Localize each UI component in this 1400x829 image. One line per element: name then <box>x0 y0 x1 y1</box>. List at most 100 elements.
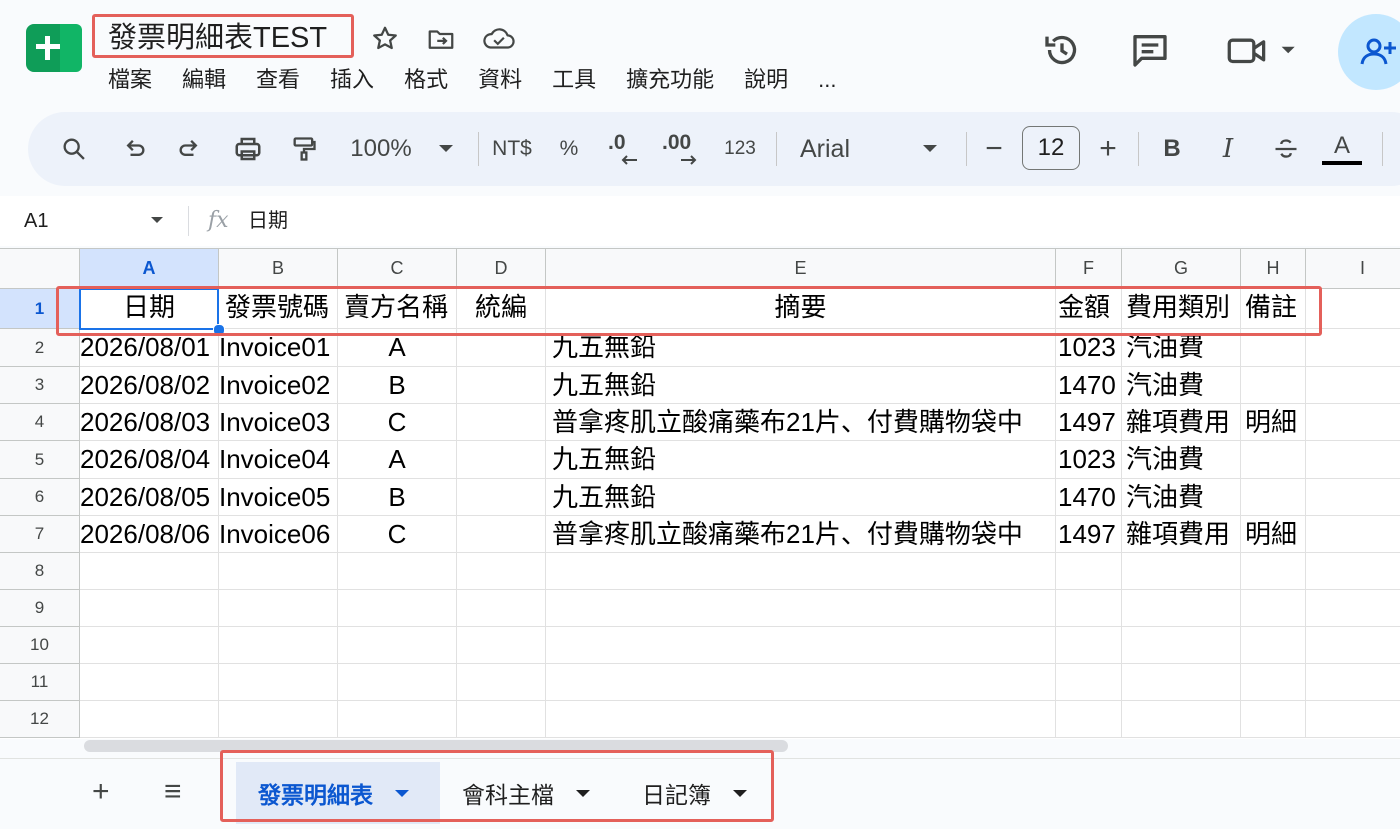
table-cell[interactable]: Invoice06 <box>219 516 338 553</box>
table-cell[interactable] <box>1306 441 1400 479</box>
header-cell[interactable]: 金額 <box>1056 289 1122 329</box>
row-header[interactable]: 4 <box>0 404 80 441</box>
table-cell[interactable] <box>338 664 457 701</box>
menu-insert[interactable]: 插入 <box>330 64 374 96</box>
table-cell[interactable] <box>546 553 1056 590</box>
table-cell[interactable] <box>546 664 1056 701</box>
table-cell[interactable] <box>457 329 546 367</box>
table-cell[interactable]: 汽油費 <box>1122 441 1241 479</box>
row-header[interactable]: 10 <box>0 627 80 664</box>
name-box[interactable]: A1 <box>24 206 48 236</box>
cloud-saved-icon[interactable] <box>482 24 515 54</box>
chevron-down-icon[interactable] <box>918 112 942 186</box>
table-cell[interactable] <box>1122 627 1241 664</box>
table-cell[interactable]: 2026/08/01 <box>80 329 219 367</box>
table-cell[interactable] <box>1241 701 1306 738</box>
table-cell[interactable] <box>1306 329 1400 367</box>
table-cell[interactable]: 1470 <box>1056 479 1122 516</box>
chevron-down-icon[interactable] <box>434 112 458 186</box>
table-cell[interactable] <box>1306 701 1400 738</box>
formula-input[interactable]: 日期 <box>248 206 288 236</box>
row-header[interactable]: 9 <box>0 590 80 627</box>
italic-button[interactable]: I <box>1212 112 1244 186</box>
table-cell[interactable] <box>219 590 338 627</box>
table-cell[interactable]: Invoice02 <box>219 367 338 404</box>
more-formats-button[interactable]: 123 <box>718 112 762 186</box>
table-cell[interactable] <box>1241 627 1306 664</box>
header-cell[interactable]: 費用類別 <box>1122 289 1241 329</box>
star-icon[interactable] <box>370 24 400 54</box>
table-cell[interactable]: Invoice01 <box>219 329 338 367</box>
table-cell[interactable] <box>457 590 546 627</box>
table-cell[interactable]: 1470 <box>1056 367 1122 404</box>
table-cell[interactable]: B <box>338 479 457 516</box>
table-cell[interactable] <box>457 664 546 701</box>
table-cell[interactable]: 2026/08/02 <box>80 367 219 404</box>
table-cell[interactable] <box>1056 664 1122 701</box>
row-header[interactable]: 6 <box>0 479 80 516</box>
table-cell[interactable] <box>1306 516 1400 553</box>
table-cell[interactable] <box>1241 479 1306 516</box>
row-header[interactable]: 3 <box>0 367 80 404</box>
table-cell[interactable] <box>1306 367 1400 404</box>
table-cell[interactable] <box>1306 664 1400 701</box>
column-header[interactable]: A <box>80 249 219 289</box>
decrease-decimal-button[interactable]: .0 <box>602 112 642 186</box>
table-cell[interactable] <box>1122 664 1241 701</box>
header-cell[interactable]: 日期 <box>80 289 219 329</box>
row-header[interactable]: 12 <box>0 701 80 738</box>
column-header[interactable]: F <box>1056 249 1122 289</box>
table-cell[interactable]: 九五無鉛 <box>546 329 1056 367</box>
table-cell[interactable] <box>80 664 219 701</box>
table-cell[interactable]: 1497 <box>1056 516 1122 553</box>
table-cell[interactable] <box>457 479 546 516</box>
menu-tools[interactable]: 工具 <box>552 64 596 96</box>
table-cell[interactable]: 雜項費用 <box>1122 516 1241 553</box>
column-header[interactable]: D <box>457 249 546 289</box>
add-sheet-button[interactable]: + <box>92 772 110 812</box>
table-cell[interactable] <box>1122 701 1241 738</box>
menu-file[interactable]: 檔案 <box>108 64 152 96</box>
table-cell[interactable]: A <box>338 441 457 479</box>
table-cell[interactable]: 2026/08/05 <box>80 479 219 516</box>
sheets-logo[interactable] <box>26 24 82 72</box>
table-cell[interactable]: 2026/08/06 <box>80 516 219 553</box>
sheet-tab-accounts[interactable]: 會科主檔 <box>440 762 610 824</box>
column-header[interactable]: E <box>546 249 1056 289</box>
sheet-tab-invoice-details[interactable]: 發票明細表 <box>236 762 440 824</box>
table-cell[interactable] <box>80 701 219 738</box>
table-cell[interactable]: 1023 <box>1056 441 1122 479</box>
table-cell[interactable] <box>1306 479 1400 516</box>
table-cell[interactable] <box>80 553 219 590</box>
header-cell[interactable]: 摘要 <box>546 289 1056 329</box>
table-cell[interactable]: 明細 <box>1241 516 1306 553</box>
table-cell[interactable] <box>1241 664 1306 701</box>
table-cell[interactable]: C <box>338 404 457 441</box>
table-cell[interactable] <box>457 553 546 590</box>
table-cell[interactable] <box>1241 590 1306 627</box>
column-header[interactable]: C <box>338 249 457 289</box>
increase-font-size-button[interactable]: + <box>1092 112 1124 186</box>
table-cell[interactable] <box>1306 404 1400 441</box>
table-cell[interactable]: 九五無鉛 <box>546 479 1056 516</box>
fill-handle[interactable] <box>213 324 225 336</box>
table-cell[interactable] <box>546 590 1056 627</box>
table-cell[interactable] <box>1241 329 1306 367</box>
table-cell[interactable]: 2026/08/03 <box>80 404 219 441</box>
percent-format-button[interactable]: % <box>552 112 586 186</box>
table-cell[interactable]: 1023 <box>1056 329 1122 367</box>
table-cell[interactable]: 汽油費 <box>1122 479 1241 516</box>
table-cell[interactable] <box>1122 553 1241 590</box>
text-color-button[interactable]: A <box>1322 112 1362 186</box>
table-cell[interactable] <box>546 627 1056 664</box>
header-cell[interactable] <box>1306 289 1400 329</box>
row-header[interactable]: 7 <box>0 516 80 553</box>
table-cell[interactable] <box>457 701 546 738</box>
menu-data[interactable]: 資料 <box>478 64 522 96</box>
document-title[interactable]: 發票明細表TEST <box>108 18 327 58</box>
horizontal-scrollbar[interactable] <box>84 740 788 752</box>
table-cell[interactable]: 1497 <box>1056 404 1122 441</box>
move-folder-icon[interactable] <box>426 24 456 54</box>
increase-decimal-button[interactable]: .00 <box>660 112 704 186</box>
header-cell[interactable]: 備註 <box>1241 289 1306 329</box>
